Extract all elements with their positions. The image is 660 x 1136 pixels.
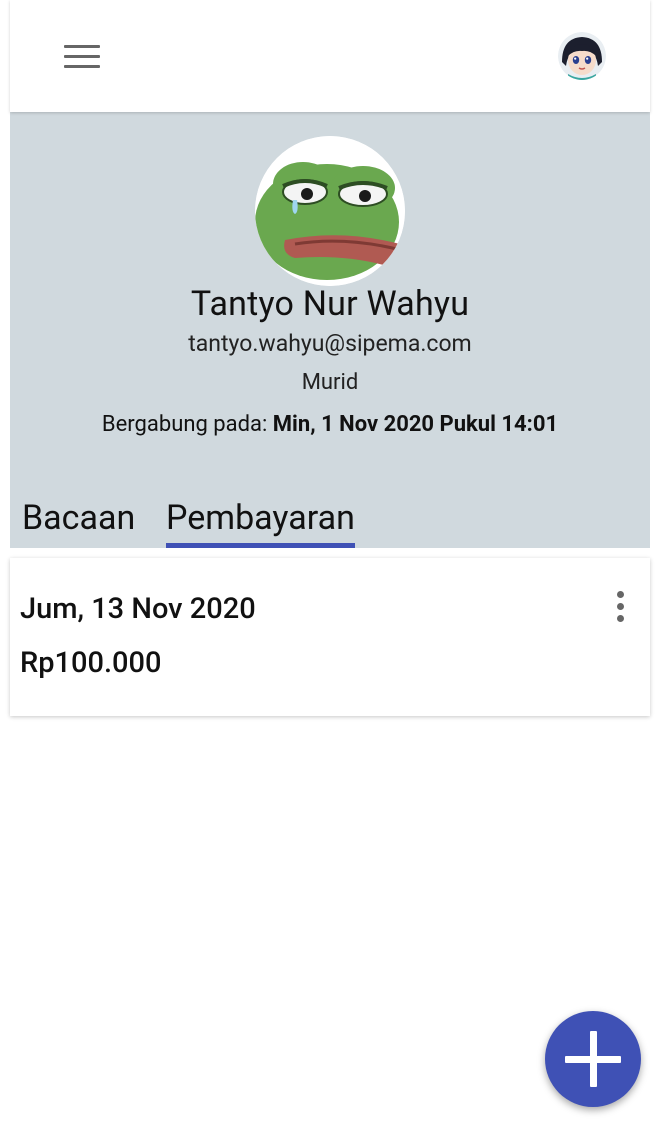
kebab-dot: [616, 602, 624, 610]
menu-line: [64, 54, 100, 58]
profile-email: tantyo.wahyu@sipema.com: [188, 330, 472, 357]
tab-bacaan[interactable]: Bacaan: [22, 494, 135, 548]
screen: Tantyo Nur Wahyu tantyo.wahyu@sipema.com…: [0, 0, 660, 1136]
profile-name: Tantyo Nur Wahyu: [190, 284, 470, 324]
tab-label: Bacaan: [22, 498, 136, 538]
tab-label: Pembayaran: [166, 498, 355, 538]
payment-amount: Rp100.000: [20, 646, 162, 680]
add-icon-vertical: [590, 1031, 597, 1087]
add-payment-button[interactable]: [545, 1011, 641, 1107]
joined-label: Bergabung pada:: [101, 412, 273, 437]
account-avatar[interactable]: [558, 32, 606, 80]
joined-info: Bergabung pada: Min, 1 Nov 2020 Pukul 14…: [10, 412, 650, 437]
profile-avatar: [255, 136, 405, 286]
tab-pembayaran[interactable]: Pembayaran: [166, 494, 355, 548]
joined-date: Min, 1 Nov 2020 Pukul 14:01: [272, 412, 559, 437]
more-vertical-icon[interactable]: [604, 588, 636, 624]
app-bar: [10, 0, 650, 112]
kebab-dot: [616, 614, 624, 622]
kebab-dot: [616, 590, 624, 598]
menu-line: [64, 44, 100, 48]
payment-date: Jum, 13 Nov 2020: [20, 592, 256, 626]
profile-role: Murid: [301, 370, 359, 395]
menu-line: [64, 64, 100, 68]
active-tab-indicator: [166, 543, 355, 548]
profile-tabs: Bacaan Pembayaran: [10, 494, 650, 548]
hamburger-menu-icon[interactable]: [54, 36, 110, 76]
payment-card[interactable]: Jum, 13 Nov 2020 Rp100.000: [10, 558, 650, 716]
profile-header: Tantyo Nur Wahyu tantyo.wahyu@sipema.com…: [10, 112, 650, 548]
